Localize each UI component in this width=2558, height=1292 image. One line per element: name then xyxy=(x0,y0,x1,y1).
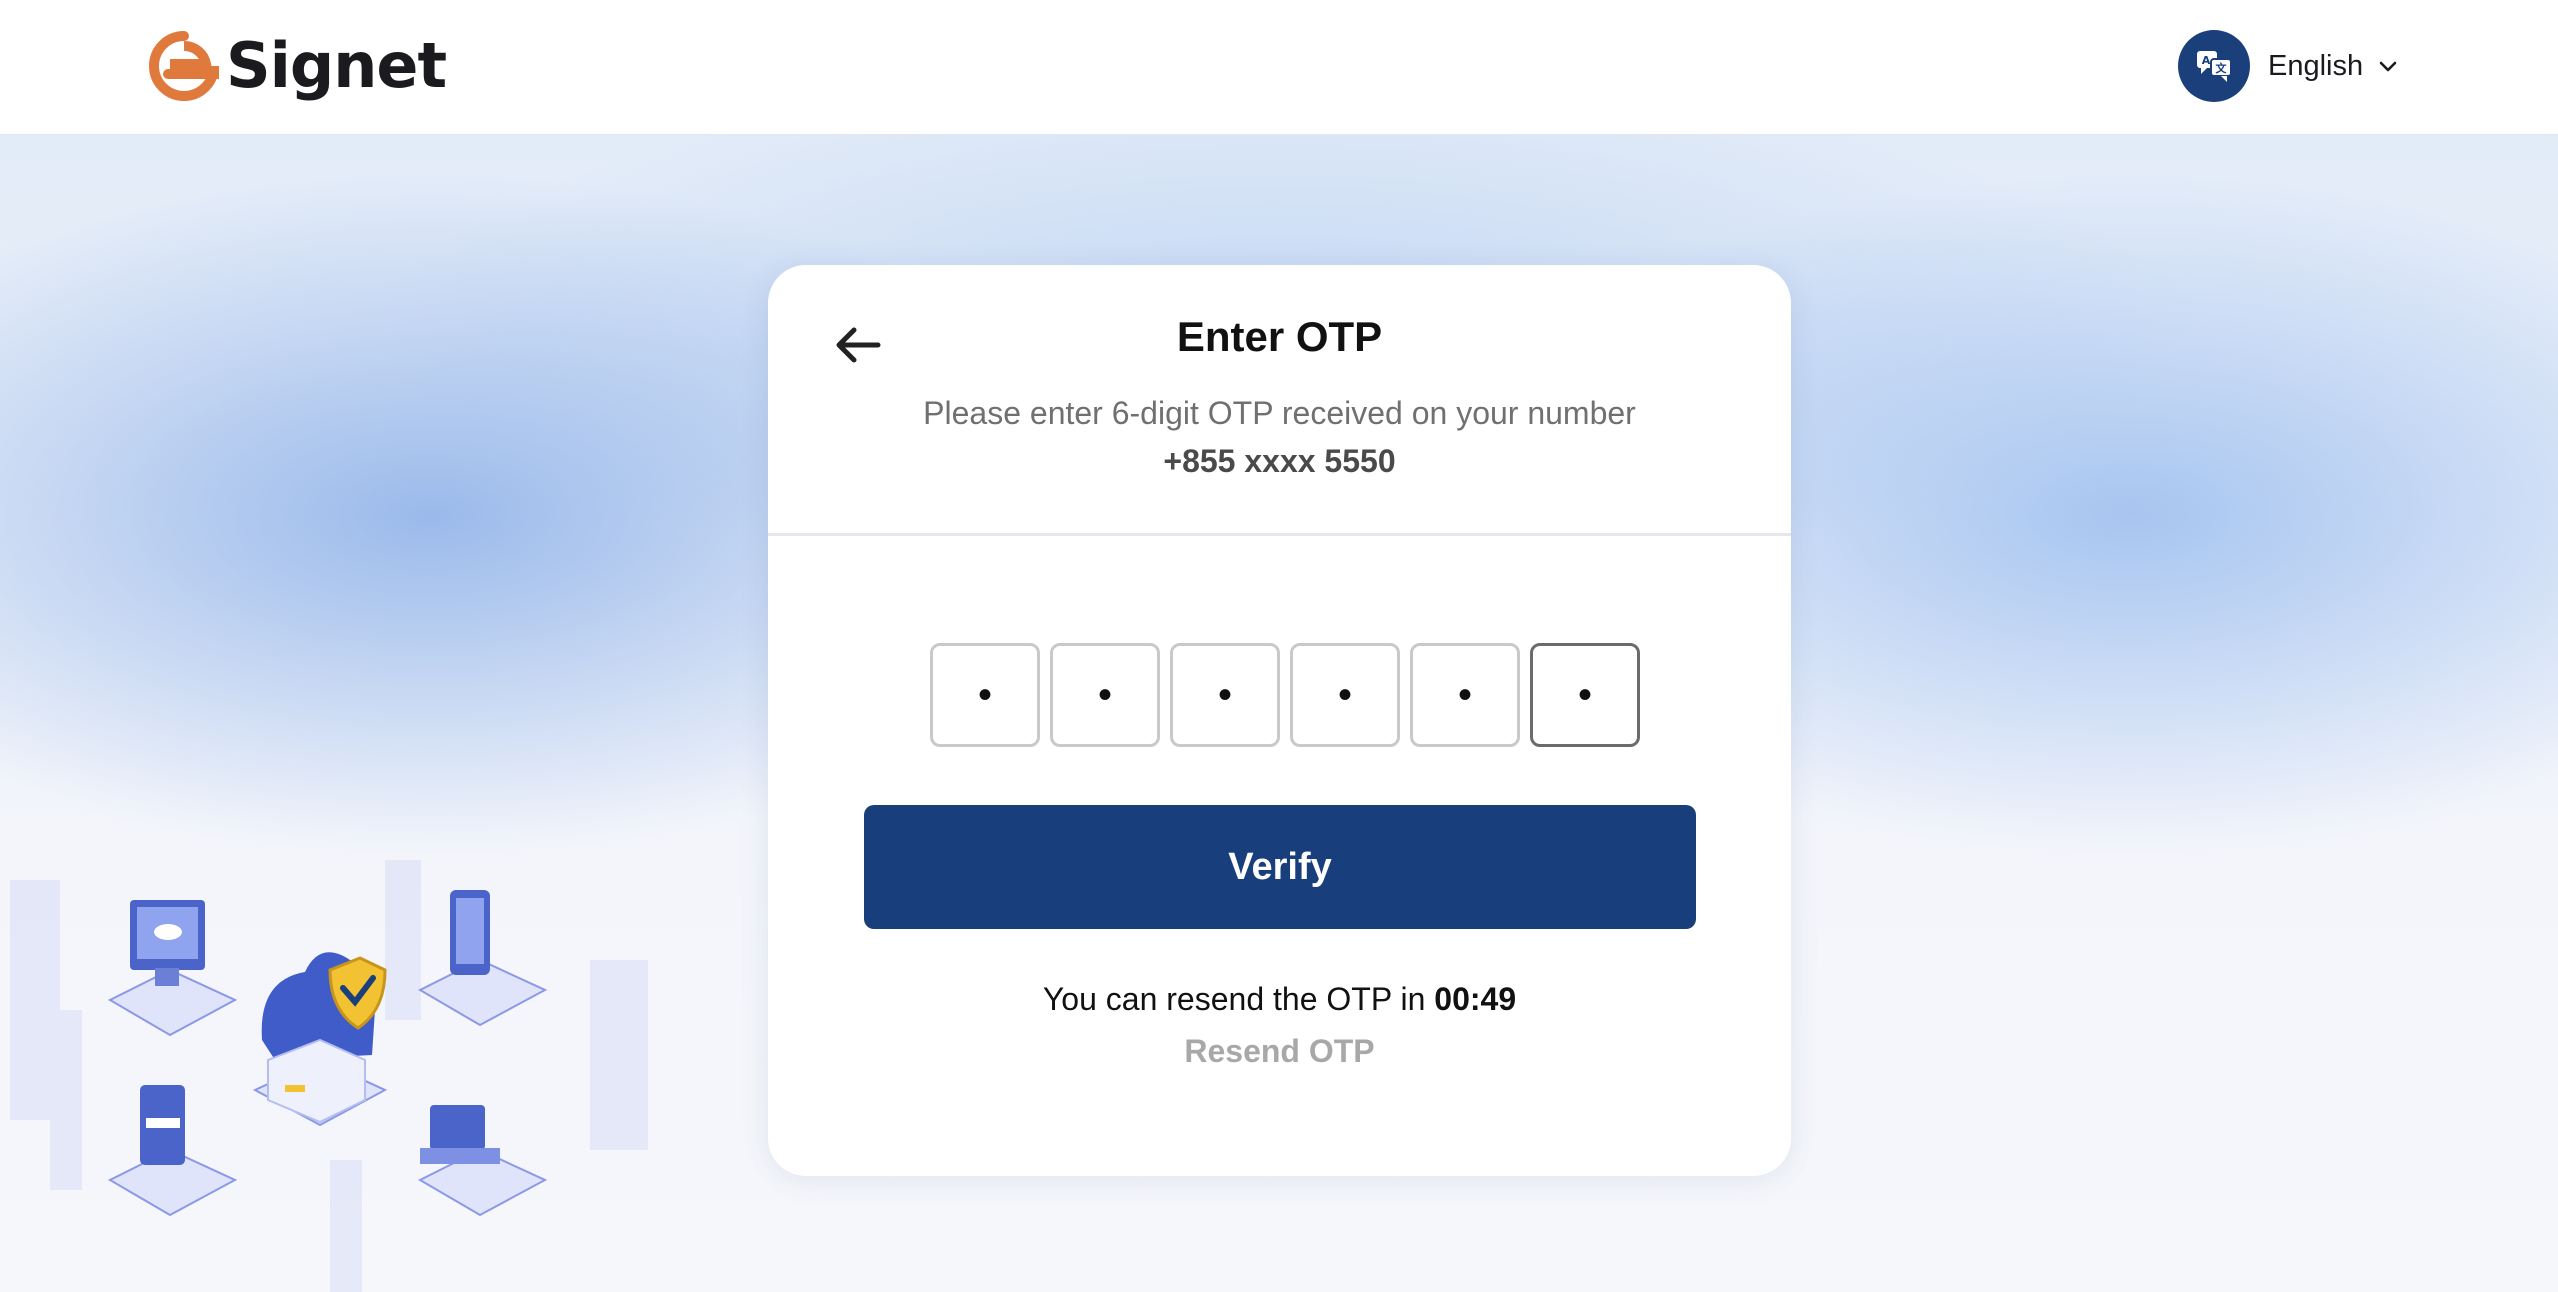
language-selector[interactable]: 文 A English xyxy=(2178,30,2399,102)
signet-logo[interactable]: Signet xyxy=(148,29,447,102)
signet-logo-mark-icon xyxy=(149,31,219,101)
divider xyxy=(768,533,1791,536)
otp-digit-1[interactable]: • xyxy=(930,643,1040,747)
verify-button[interactable]: Verify xyxy=(864,805,1696,929)
resend-otp-link[interactable]: Resend OTP xyxy=(768,1033,1791,1070)
security-devices-illustration xyxy=(10,860,648,1292)
otp-instruction: Please enter 6-digit OTP received on you… xyxy=(923,395,1636,431)
language-label: English xyxy=(2268,49,2364,82)
translate-icon: 文 A xyxy=(2178,30,2250,102)
svg-text:文: 文 xyxy=(2216,61,2228,75)
otp-digit-6[interactable]: • xyxy=(1530,643,1640,747)
otp-digit-4[interactable]: • xyxy=(1290,643,1400,747)
otp-digit-2[interactable]: • xyxy=(1050,643,1160,747)
svg-text:A: A xyxy=(2202,54,2211,67)
otp-digit-3[interactable]: • xyxy=(1170,643,1280,747)
page-title: Enter OTP xyxy=(1176,313,1383,360)
masked-phone-number: +855 xxxx 5550 xyxy=(1163,443,1396,479)
resend-prefix: You can resend the OTP in xyxy=(1042,981,1426,1017)
otp-digit-5[interactable]: • xyxy=(1410,643,1520,747)
otp-card: Enter OTP Please enter 6-digit OTP recei… xyxy=(768,265,1791,1176)
top-header: Signet 文 A English xyxy=(0,0,2558,135)
otp-input-group: • • • • • • xyxy=(930,643,1640,747)
resend-timer: 00:49 xyxy=(1434,981,1517,1017)
chevron-down-icon xyxy=(2379,61,2397,72)
brand-name: Signet xyxy=(226,29,447,102)
resend-countdown: You can resend the OTP in 00:49 xyxy=(768,981,1791,1018)
